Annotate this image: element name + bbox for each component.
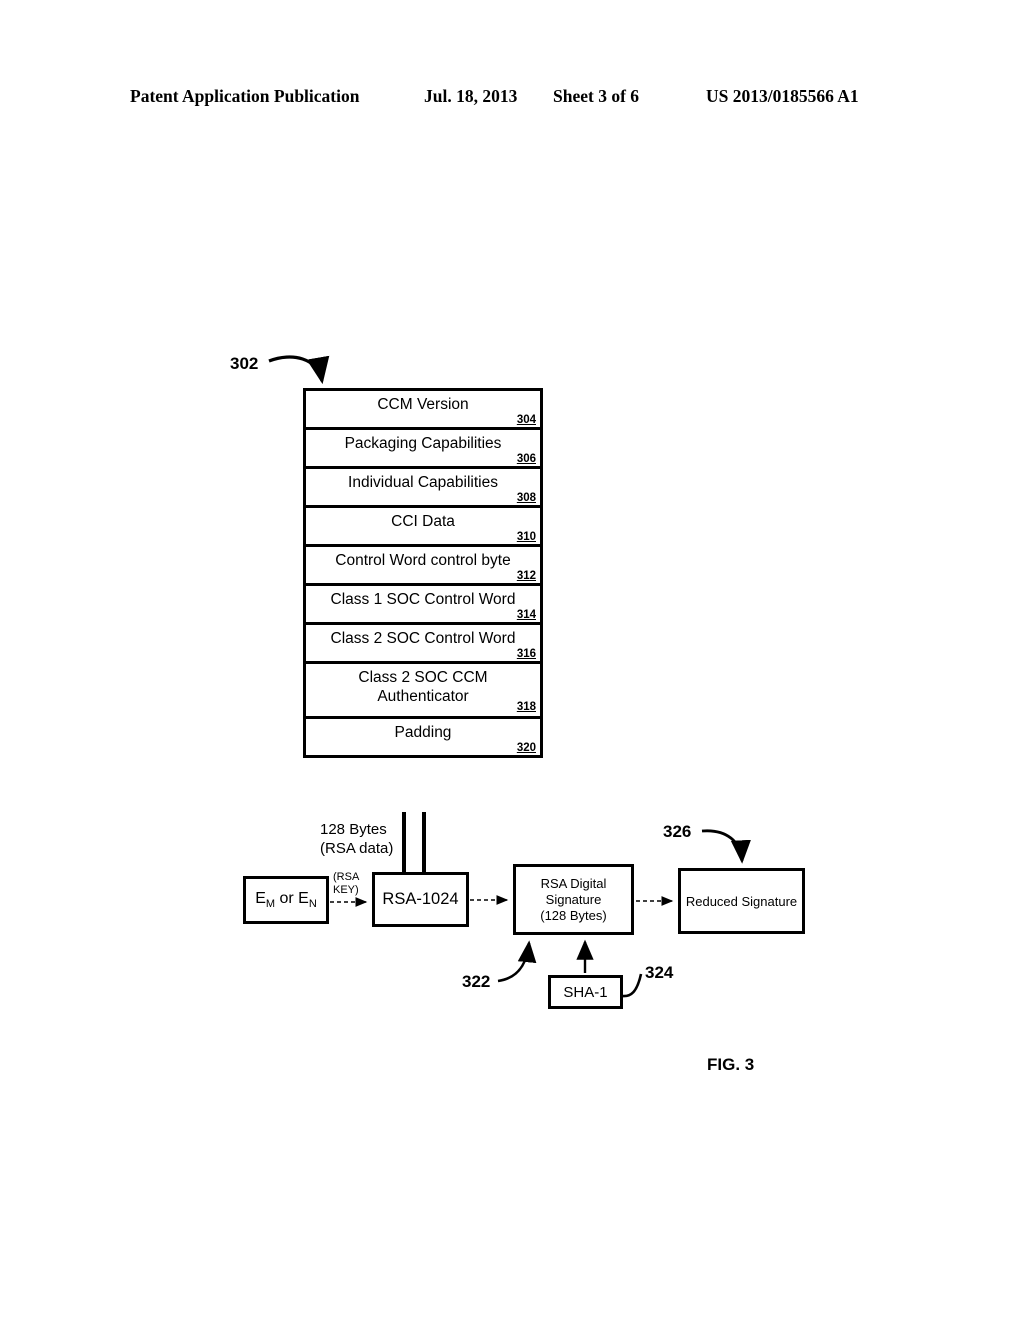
sha-1-box: SHA-1 xyxy=(548,975,623,1009)
stack-row: Control Word control byte 312 xyxy=(306,547,540,586)
rsa-digital-signature-box: RSA Digital Signature (128 Bytes) xyxy=(513,864,634,935)
stack-row-label: Class 2 SOC CCM Authenticator xyxy=(358,669,488,705)
stack-row: Class 2 SOC Control Word 316 xyxy=(306,625,540,664)
rsa-1024-box-label: RSA-1024 xyxy=(382,890,459,908)
stack-row-label: Padding xyxy=(394,724,452,741)
reduced-signature-box-label: Reduced Signature xyxy=(685,893,798,909)
signature-line-3: (128 Bytes) xyxy=(540,907,607,923)
stack-row-reference: 312 xyxy=(516,570,536,582)
annotation-line-1: 128 Bytes xyxy=(320,821,387,838)
stack-row: Packaging Capabilities 306 xyxy=(306,430,540,469)
reduced-signature-box: Reduced Signature xyxy=(678,868,805,934)
reference-numeral-302: 302 xyxy=(230,354,259,373)
stack-row-reference: 308 xyxy=(516,492,536,504)
stack-row-reference: 316 xyxy=(516,648,536,660)
stack-row-label: Class 2 SOC Control Word xyxy=(330,630,516,647)
stack-row-reference: 310 xyxy=(516,531,536,543)
ccm-message-structure-stack: CCM Version 304 Packaging Capabilities 3… xyxy=(303,388,543,758)
rsa-digital-signature-box-label: RSA Digital Signature (128 Bytes) xyxy=(540,876,606,924)
reference-numeral-322: 322 xyxy=(462,972,491,991)
stack-row: CCI Data 310 xyxy=(306,508,540,547)
stack-row: Padding 320 xyxy=(306,719,540,755)
figure-3-drawing: 302 322 324 326 CCM Version 304 Packagin… xyxy=(0,0,1024,1320)
sha-1-box-label: SHA-1 xyxy=(563,983,608,1001)
annotation-line-2: KEY) xyxy=(333,883,359,896)
stack-row: Individual Capabilities 308 xyxy=(306,469,540,508)
leader-line-302 xyxy=(268,355,330,385)
figure-caption: FIG. 3 xyxy=(707,1055,755,1074)
stack-row: Class 1 SOC Control Word 314 xyxy=(306,586,540,625)
stack-row-label: Class 1 SOC Control Word xyxy=(330,591,516,608)
rsa-key-box-label: EM or EN xyxy=(255,889,317,911)
annotation-rsa-key: (RSA KEY) xyxy=(333,871,359,896)
leader-line-326 xyxy=(701,829,751,864)
stack-row-label: CCM Version xyxy=(377,396,469,413)
reference-numeral-326: 326 xyxy=(663,822,692,841)
rsa-key-box: EM or EN xyxy=(243,876,329,924)
annotation-rsa-data-size: 128 Bytes (RSA data) xyxy=(320,820,393,858)
stack-row: Class 2 SOC CCM Authenticator 318 xyxy=(306,664,540,719)
stack-row-label: Individual Capabilities xyxy=(348,474,498,491)
stack-row-reference: 314 xyxy=(516,609,536,621)
stack-row-reference: 320 xyxy=(516,742,536,754)
reference-numeral-324: 324 xyxy=(645,963,674,982)
signature-line-2: Signature xyxy=(545,891,602,907)
annotation-line-2: (RSA data) xyxy=(320,840,394,857)
stack-row-reference: 318 xyxy=(516,701,536,713)
leader-line-322 xyxy=(497,940,537,983)
annotation-line-1: (RSA xyxy=(333,871,360,883)
stack-row-label: Control Word control byte xyxy=(335,552,511,569)
stack-row-reference: 306 xyxy=(516,453,536,465)
stack-row: CCM Version 304 xyxy=(306,391,540,430)
leader-line-324 xyxy=(621,973,643,998)
rsa-1024-box: RSA-1024 xyxy=(372,872,469,927)
stack-row-label: Packaging Capabilities xyxy=(344,435,502,452)
stack-row-label: CCI Data xyxy=(391,513,455,530)
signature-line-1: RSA Digital xyxy=(540,875,607,891)
stack-row-reference: 304 xyxy=(516,414,536,426)
